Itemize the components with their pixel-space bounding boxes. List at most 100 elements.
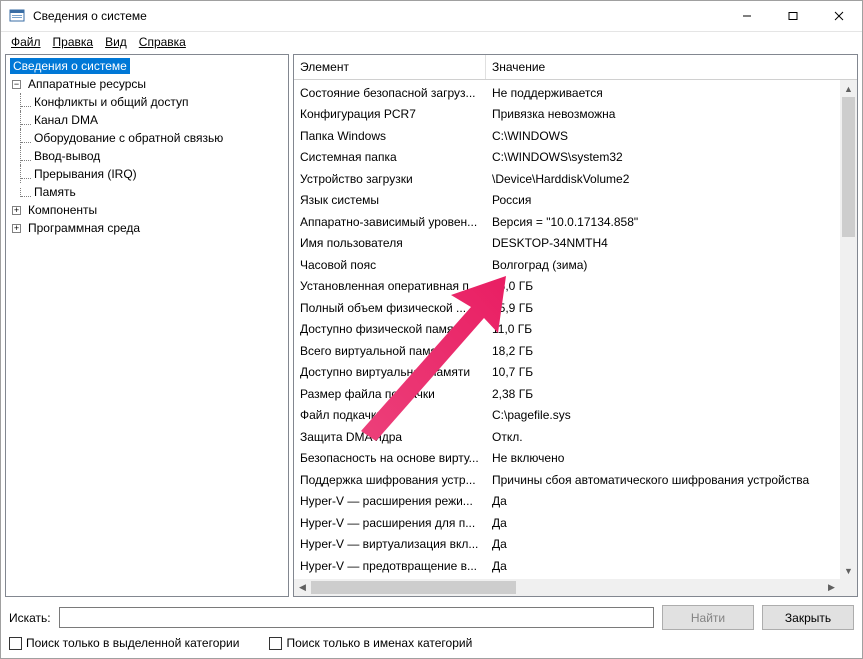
cell-value: Да — [486, 537, 840, 551]
list-row[interactable]: Размер файла подкачки2,38 ГБ — [294, 383, 840, 405]
menu-file[interactable]: Файл — [5, 34, 47, 50]
close-search-button[interactable]: Закрыть — [762, 605, 854, 630]
checkbox-icon — [9, 637, 22, 650]
tree-child-label: Конфликты и общий доступ — [31, 94, 191, 110]
tree-hardware-label: Аппаратные ресурсы — [25, 76, 149, 92]
column-header-element[interactable]: Элемент — [294, 55, 486, 79]
list-row[interactable]: Hyper-V — виртуализация вкл...Да — [294, 534, 840, 556]
menu-view[interactable]: Вид — [99, 34, 133, 50]
tree-item-io[interactable]: Ввод-вывод — [6, 147, 288, 165]
collapse-icon[interactable]: − — [12, 80, 21, 89]
category-tree[interactable]: Сведения о системе − Аппаратные ресурсы … — [6, 55, 288, 596]
cell-element: Язык системы — [294, 193, 486, 207]
list-row[interactable]: Язык системыРоссия — [294, 190, 840, 212]
cell-value: 11,0 ГБ — [486, 322, 840, 336]
cell-value: DESKTOP-34NMTH4 — [486, 236, 840, 250]
scroll-left-icon[interactable]: ◀ — [294, 579, 311, 596]
tree-item-hardware[interactable]: − Аппаратные ресурсы — [6, 75, 288, 93]
horizontal-scrollbar[interactable]: ◀ ▶ — [294, 579, 840, 596]
tree-root-label: Сведения о системе — [10, 58, 130, 74]
list-row[interactable]: Состояние безопасной загруз...Не поддерж… — [294, 82, 840, 104]
list-row[interactable]: Конфигурация PCR7Привязка невозможна — [294, 104, 840, 126]
tree-item-forced-hardware[interactable]: Оборудование с обратной связью — [6, 129, 288, 147]
search-input[interactable] — [59, 607, 654, 628]
scroll-up-icon[interactable]: ▲ — [840, 80, 857, 97]
menu-view-label: Вид — [105, 35, 127, 49]
tree-softenv-label: Программная среда — [25, 220, 143, 236]
cell-element: Конфигурация PCR7 — [294, 107, 486, 121]
list-row[interactable]: Полный объем физической ...15,9 ГБ — [294, 297, 840, 319]
list-row[interactable]: Безопасность на основе вирту...Не включе… — [294, 448, 840, 470]
list-row[interactable]: Поддержка шифрования устр...Причины сбоя… — [294, 469, 840, 491]
list-row[interactable]: Всего виртуальной памяти18,2 ГБ — [294, 340, 840, 362]
list-row[interactable]: Доступно виртуальной памяти10,7 ГБ — [294, 362, 840, 384]
menu-help[interactable]: Справка — [133, 34, 192, 50]
scroll-thumb[interactable] — [842, 97, 855, 237]
maximize-button[interactable] — [770, 1, 816, 31]
list-row[interactable]: Защита DMA ядраОткл. — [294, 426, 840, 448]
menu-edit-label: Правка — [53, 35, 94, 49]
cell-value: Причины сбоя автоматического шифрования … — [486, 473, 840, 487]
scroll-corner — [840, 579, 857, 596]
scroll-thumb[interactable] — [311, 581, 516, 594]
minimize-button[interactable] — [724, 1, 770, 31]
tree-components-label: Компоненты — [25, 202, 100, 218]
app-icon — [9, 8, 25, 24]
list-row[interactable]: Hyper-V — расширения режи...Да — [294, 491, 840, 513]
cell-value: 15,9 ГБ — [486, 301, 840, 315]
close-button[interactable] — [816, 1, 862, 31]
list-row[interactable]: Установленная оперативная п...16,0 ГБ — [294, 276, 840, 298]
cell-element: Hyper-V — виртуализация вкл... — [294, 537, 486, 551]
tree-item-irq[interactable]: Прерывания (IRQ) — [6, 165, 288, 183]
cell-value: Откл. — [486, 430, 840, 444]
tree-item-dma[interactable]: Канал DMA — [6, 111, 288, 129]
scroll-track[interactable] — [311, 579, 823, 596]
cell-element: Полный объем физической ... — [294, 301, 486, 315]
list-row[interactable]: Папка WindowsC:\WINDOWS — [294, 125, 840, 147]
column-header-value[interactable]: Значение — [486, 55, 840, 79]
list-row[interactable]: Hyper-V — предотвращение в...Да — [294, 555, 840, 577]
tree-child-label: Оборудование с обратной связью — [31, 130, 226, 146]
tree-item-components[interactable]: + Компоненты — [6, 201, 288, 219]
scroll-right-icon[interactable]: ▶ — [823, 579, 840, 596]
tree-item-memory[interactable]: Память — [6, 183, 288, 201]
scroll-down-icon[interactable]: ▼ — [840, 562, 857, 579]
cell-value: 2,38 ГБ — [486, 387, 840, 401]
msinfo32-window: Сведения о системе Файл Правка Вид Справ… — [0, 0, 863, 659]
list-row[interactable]: Доступно физической памяти11,0 ГБ — [294, 319, 840, 341]
list-row[interactable]: Системная папкаC:\WINDOWS\system32 — [294, 147, 840, 169]
list-row[interactable]: Файл подкачкиC:\pagefile.sys — [294, 405, 840, 427]
tree-item-conflicts[interactable]: Конфликты и общий доступ — [6, 93, 288, 111]
search-area: Искать: Найти Закрыть Поиск только в выд… — [1, 599, 862, 658]
cell-element: Установленная оперативная п... — [294, 279, 486, 293]
tree-item-system-summary[interactable]: Сведения о системе — [6, 57, 288, 75]
list-body[interactable]: Состояние безопасной загруз...Не поддерж… — [294, 80, 857, 596]
scroll-track[interactable] — [840, 97, 857, 562]
expand-icon[interactable]: + — [12, 224, 21, 233]
list-row[interactable]: Устройство загрузки\Device\HarddiskVolum… — [294, 168, 840, 190]
cell-element: Hyper-V — расширения режи... — [294, 494, 486, 508]
cell-value: 18,2 ГБ — [486, 344, 840, 358]
cell-value: Да — [486, 494, 840, 508]
cell-value: C:\WINDOWS — [486, 129, 840, 143]
menu-edit[interactable]: Правка — [47, 34, 100, 50]
tree-item-software-env[interactable]: + Программная среда — [6, 219, 288, 237]
expand-icon[interactable]: + — [12, 206, 21, 215]
list-row[interactable]: Аппаратно-зависимый уровен...Версия = "1… — [294, 211, 840, 233]
cell-element: Доступно физической памяти — [294, 322, 486, 336]
find-button[interactable]: Найти — [662, 605, 754, 630]
tree-child-label: Ввод-вывод — [31, 148, 103, 164]
cell-element: Доступно виртуальной памяти — [294, 365, 486, 379]
menu-file-label: Файл — [11, 35, 41, 49]
list-row[interactable]: Hyper-V — расширения для п...Да — [294, 512, 840, 534]
cell-value: 10,7 ГБ — [486, 365, 840, 379]
checkbox-category-names[interactable]: Поиск только в именах категорий — [269, 636, 472, 650]
details-panel: Элемент Значение Состояние безопасной за… — [293, 54, 858, 597]
vertical-scrollbar[interactable]: ▲ ▼ — [840, 80, 857, 579]
checkbox-selected-category[interactable]: Поиск только в выделенной категории — [9, 636, 239, 650]
cell-value: Да — [486, 516, 840, 530]
list-row[interactable]: Имя пользователяDESKTOP-34NMTH4 — [294, 233, 840, 255]
cell-element: Имя пользователя — [294, 236, 486, 250]
list-row[interactable]: Часовой поясВолгоград (зима) — [294, 254, 840, 276]
cell-element: Папка Windows — [294, 129, 486, 143]
